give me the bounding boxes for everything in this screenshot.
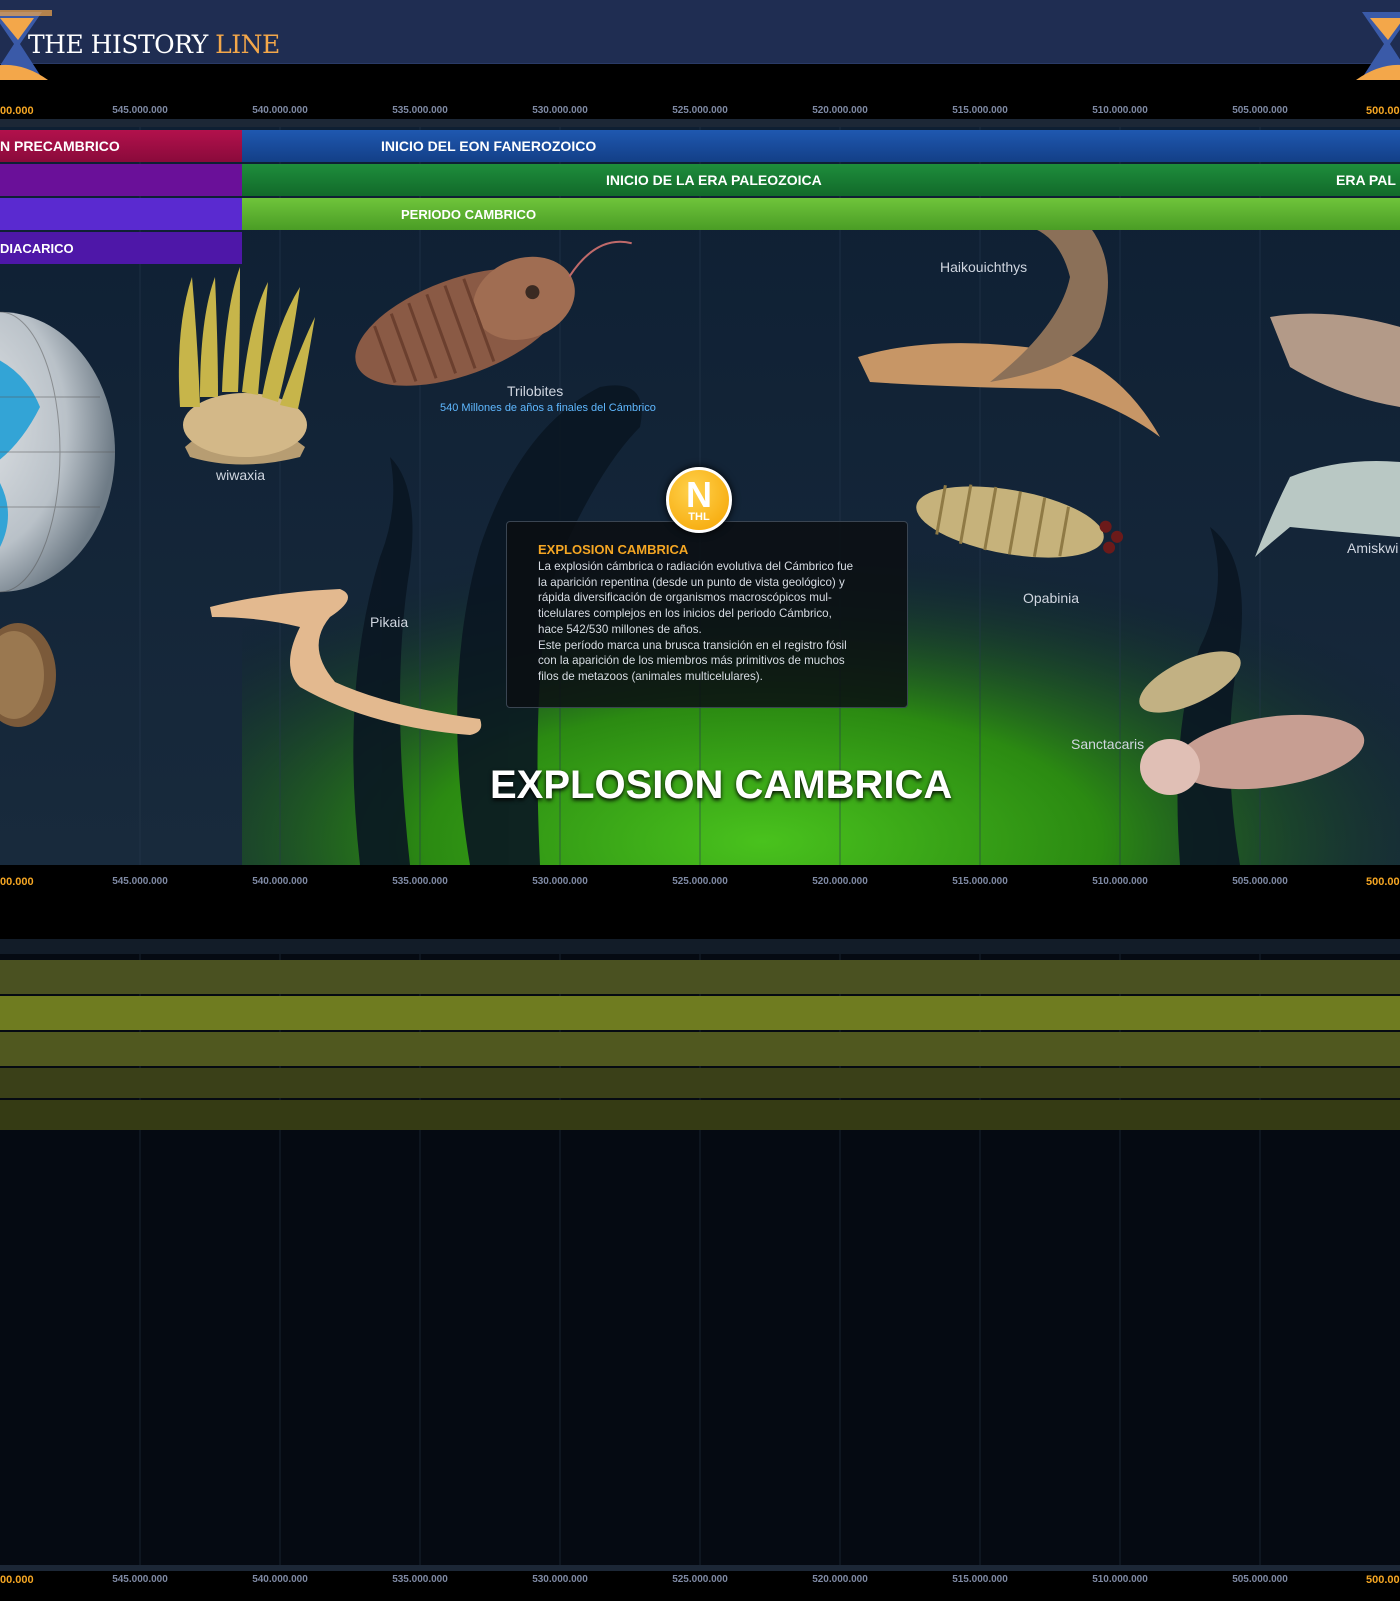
scale-tick-label: 00.000	[0, 876, 34, 888]
logo-accent-text: LINE	[215, 30, 280, 59]
timeline-scroll-track-top[interactable]	[0, 119, 1400, 127]
band-eon-precambrico[interactable]: N PRECAMBRICO	[0, 130, 242, 162]
band-label: PERIODO CAMBRICO	[401, 206, 537, 222]
scale-tick-label: 505.000.000	[1232, 1574, 1288, 1585]
event-info-body: La explosión cámbrica o radiación evolut…	[538, 560, 854, 683]
scale-tick-label: 540.000.000	[252, 876, 308, 887]
hourglass-logo-icon	[1356, 12, 1400, 80]
secondary-band-3[interactable]	[0, 1032, 1400, 1066]
scale-tick-label: 510.000.000	[1092, 1574, 1148, 1585]
band-period-ediacarico[interactable]: DIACARICO	[0, 232, 242, 264]
scale-tick-label: 525.000.000	[672, 1574, 728, 1585]
band-period-precambrico[interactable]	[0, 198, 242, 230]
badge-sub: THL	[688, 510, 710, 523]
scale-tick-label: 530.000.000	[532, 105, 588, 116]
band-label: DIACARICO	[0, 240, 74, 256]
scale-tick-label: 00.000	[0, 1574, 34, 1586]
timeline-panel-main[interactable]: N PRECAMBRICO INICIO DEL EON FANEROZOICO…	[0, 127, 1400, 865]
app-header: THE HISTORY LINE	[0, 0, 1400, 80]
band-eon-fanerozoico[interactable]: INICIO DEL EON FANEROZOICO	[242, 130, 1400, 162]
scale-tick-label: 00.000	[0, 105, 34, 117]
scale-tick-label: 515.000.000	[952, 876, 1008, 887]
band-era-paleozoica[interactable]: INICIO DE LA ERA PALEOZOICA ERA PAL	[242, 164, 1400, 196]
band-label-next: ERA PAL	[1336, 172, 1396, 188]
scale-tick-label: 505.000.000	[1232, 876, 1288, 887]
scale-tick-label: 530.000.000	[532, 1574, 588, 1585]
creature-label-opabinia[interactable]: Opabinia	[1023, 590, 1079, 606]
band-period-cambrico[interactable]: PERIODO CAMBRICO	[242, 198, 1400, 230]
logo-main-text: THE HISTORY	[28, 30, 216, 59]
app-logo-text[interactable]: THE HISTORY LINE	[28, 30, 280, 59]
timeline-scale-middle[interactable]: 00.000 545.000.000 540.000.000 535.000.000 5…	[0, 873, 1400, 893]
scale-tick-label: 540.000.000	[252, 105, 308, 116]
creature-label-wiwaxia[interactable]: wiwaxia	[216, 467, 265, 483]
timeline-scroll-track-bottom[interactable]	[0, 939, 1400, 954]
event-title: EXPLOSION CAMBRICA	[490, 763, 953, 807]
scale-tick-label: 535.000.000	[392, 105, 448, 116]
creature-label-amiskwia[interactable]: Amiskwi	[1347, 540, 1398, 556]
creature-label-sanctacaris[interactable]: Sanctacaris	[1071, 736, 1144, 752]
secondary-band-4[interactable]	[0, 1068, 1400, 1098]
secondary-band-1[interactable]	[0, 960, 1400, 994]
creature-label-haikouichthys[interactable]: Haikouichthys	[940, 259, 1027, 275]
scale-tick-label: 500.00	[1366, 1574, 1400, 1586]
scale-tick-label: 540.000.000	[252, 1574, 308, 1585]
creature-label-pikaia[interactable]: Pikaia	[370, 614, 408, 630]
secondary-band-5[interactable]	[0, 1100, 1400, 1130]
scale-tick-label: 500.00	[1366, 105, 1400, 117]
badge-letter: N	[686, 473, 712, 515]
scale-tick-label: 530.000.000	[532, 876, 588, 887]
scale-tick-label: 545.000.000	[112, 1574, 168, 1585]
band-label: INICIO DE LA ERA PALEOZOICA	[606, 172, 822, 188]
scale-tick-label: 520.000.000	[812, 876, 868, 887]
band-era-precambrico[interactable]	[0, 164, 242, 196]
scale-tick-label: 535.000.000	[392, 1574, 448, 1585]
scale-tick-label: 500.00	[1366, 876, 1400, 888]
scale-tick-label: 535.000.000	[392, 876, 448, 887]
scale-tick-label: 505.000.000	[1232, 105, 1288, 116]
scale-tick-label: 545.000.000	[112, 876, 168, 887]
band-label: INICIO DEL EON FANEROZOICO	[381, 138, 597, 154]
scale-tick-label: 510.000.000	[1092, 876, 1148, 887]
secondary-band-2[interactable]	[0, 996, 1400, 1030]
event-info-title: EXPLOSION CAMBRICA	[538, 542, 689, 557]
scale-tick-label: 515.000.000	[952, 105, 1008, 116]
scale-tick-label: 525.000.000	[672, 105, 728, 116]
creature-label-trilobites[interactable]: Trilobites	[507, 383, 563, 399]
timeline-panel-secondary[interactable]	[0, 954, 1400, 1565]
band-label: N PRECAMBRICO	[0, 138, 120, 154]
scale-tick-label: 545.000.000	[112, 105, 168, 116]
event-info-card: EXPLOSION CAMBRICA La explosión cámbrica…	[506, 521, 908, 708]
creature-sublabel-trilobites: 540 Millones de años a finales del Cámbr…	[440, 402, 656, 414]
scale-tick-label: 515.000.000	[952, 1574, 1008, 1585]
scale-tick-label: 520.000.000	[812, 1574, 868, 1585]
scale-tick-label: 510.000.000	[1092, 105, 1148, 116]
scale-tick-label: 525.000.000	[672, 876, 728, 887]
timeline-scale-bottom[interactable]: 00.000 545.000.000 540.000.000 535.000.000 5…	[0, 1571, 1400, 1591]
scale-tick-label: 520.000.000	[812, 105, 868, 116]
news-badge-icon[interactable]: N THL	[666, 467, 732, 533]
